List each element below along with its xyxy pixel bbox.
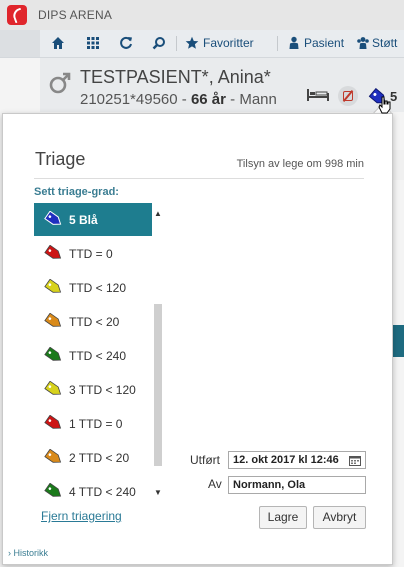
tag-icon <box>44 279 62 293</box>
triage-item-label: 4 TTD < 240 <box>69 485 136 499</box>
patient-menu-button[interactable]: Pasient <box>304 36 344 50</box>
home-icon[interactable] <box>51 36 65 50</box>
performed-datetime-value: 12. okt 2017 kl 12:46 <box>233 454 339 466</box>
triage-item-label: 3 TTD < 120 <box>69 383 136 397</box>
hand-cursor-icon <box>378 96 391 114</box>
patient-info-separator: - <box>181 91 187 108</box>
tag-icon <box>44 483 62 497</box>
tag-icon <box>44 211 62 225</box>
performed-label: Utført <box>190 453 220 467</box>
triage-popup: Triage Tilsyn av lege om 998 min Sett tr… <box>2 113 393 565</box>
patient-gender: Mann <box>239 91 277 108</box>
performed-by-field[interactable]: Normann, Ola <box>228 476 366 494</box>
favorites-button[interactable]: Favoritter <box>203 36 254 50</box>
history-toggle[interactable]: › Historikk <box>8 548 48 558</box>
triage-item[interactable]: TTD < 120 <box>34 271 152 304</box>
toolbar: Favoritter Pasient Støtt <box>0 30 404 58</box>
background-panel-fragment <box>392 325 404 357</box>
triage-title: Triage <box>35 149 86 169</box>
triage-item-label: 5 Blå <box>69 213 98 227</box>
remove-triage-link[interactable]: Fjern triagering <box>41 509 122 523</box>
triage-item-label: TTD = 0 <box>69 247 113 261</box>
triage-item[interactable]: 1 TTD = 0 <box>34 407 152 440</box>
patient-info: 210251*49560 - 66 år - Mann <box>80 91 277 108</box>
by-label: Av <box>208 477 222 491</box>
triage-item-label: TTD < 120 <box>69 281 127 295</box>
patient-header: TESTPASIENT*, Anina* 210251*49560 - 66 å… <box>40 58 404 112</box>
refresh-icon[interactable] <box>119 36 133 50</box>
triage-item[interactable]: 4 TTD < 240 <box>34 475 152 508</box>
cancel-button[interactable]: Avbryt <box>313 506 366 529</box>
patient-age: 66 år <box>190 91 226 108</box>
save-button[interactable]: Lagre <box>259 506 307 529</box>
tag-icon <box>44 347 62 361</box>
toolbar-separator <box>277 36 278 51</box>
male-gender-icon <box>49 72 71 94</box>
triage-item[interactable]: TTD < 240 <box>34 339 152 372</box>
supervision-text: Tilsyn av lege om 998 min <box>236 158 364 170</box>
scrollbar-thumb[interactable] <box>154 304 162 466</box>
triage-item-label: TTD < 240 <box>69 349 127 363</box>
set-triage-label: Sett triage-grad: <box>34 186 119 198</box>
triage-item[interactable]: TTD = 0 <box>34 237 152 270</box>
chevron-right-icon: › <box>8 548 11 558</box>
tag-icon <box>44 449 62 463</box>
triage-item[interactable]: 3 TTD < 120 <box>34 373 152 406</box>
patient-info-separator: - <box>230 91 236 108</box>
grid-icon[interactable] <box>86 36 100 50</box>
history-label: Historikk <box>13 548 49 558</box>
triage-item[interactable]: 2 TTD < 20 <box>34 441 152 474</box>
person-icon[interactable] <box>287 36 301 50</box>
star-icon[interactable] <box>185 36 199 50</box>
tag-icon <box>44 415 62 429</box>
performed-by-value: Normann, Ola <box>233 479 306 491</box>
bed-icon[interactable] <box>306 88 330 102</box>
scroll-up-arrow-icon[interactable]: ▲ <box>154 209 162 218</box>
tag-icon <box>44 313 62 327</box>
toolbar-left-panel <box>0 30 40 57</box>
triage-grade-list[interactable]: 5 Blå TTD = 0 TTD < 120 TTD < 20 TTD < 2… <box>34 203 154 503</box>
scroll-down-arrow-icon[interactable]: ▼ <box>154 488 162 497</box>
performed-datetime-field[interactable]: 12. okt 2017 kl 12:46 <box>228 451 366 469</box>
triage-item-label: 1 TTD = 0 <box>69 417 123 431</box>
no-resuscitation-icon[interactable] <box>338 86 358 106</box>
app-logo <box>7 5 27 25</box>
app-title: DIPS ARENA <box>38 8 113 22</box>
tag-icon <box>44 381 62 395</box>
triage-item-label: 2 TTD < 20 <box>69 451 130 465</box>
support-icon[interactable] <box>356 36 370 50</box>
tag-icon <box>44 245 62 259</box>
triage-item-label: TTD < 20 <box>69 315 120 329</box>
support-button[interactable]: Støtt <box>372 36 397 50</box>
patient-id: 210251*49560 <box>80 91 178 108</box>
triage-item[interactable]: 5 Blå <box>34 203 152 236</box>
triage-item[interactable]: TTD < 20 <box>34 305 152 338</box>
patient-name: TESTPASIENT*, Anina* <box>80 67 271 87</box>
search-icon[interactable] <box>152 36 166 50</box>
calendar-icon[interactable] <box>349 455 361 466</box>
toolbar-separator <box>176 36 177 51</box>
divider <box>34 178 364 179</box>
title-bar: DIPS ARENA <box>0 0 404 30</box>
